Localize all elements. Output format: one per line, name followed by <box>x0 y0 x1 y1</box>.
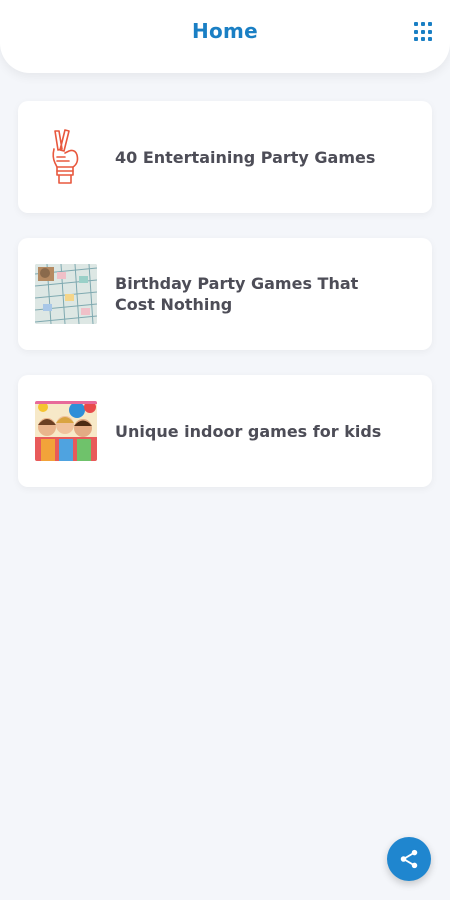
card-party-games[interactable]: 40 Entertaining Party Games <box>18 101 432 213</box>
page-title: Home <box>191 19 259 43</box>
share-icon <box>400 849 418 869</box>
card-title: Birthday Party Games That Cost Nothing <box>115 274 359 314</box>
card-indoor-games[interactable]: Unique indoor games for kids <box>18 375 432 487</box>
card-title: Unique indoor games for kids <box>115 421 382 441</box>
share-button[interactable] <box>387 837 431 881</box>
app-header: Home <box>0 0 450 73</box>
kids-party-photo <box>35 401 97 461</box>
grid-icon[interactable] <box>414 22 434 42</box>
card-birthday-games[interactable]: Birthday Party Games That Cost Nothing <box>18 238 432 350</box>
card-title: 40 Entertaining Party Games <box>115 147 376 167</box>
crossed-fingers-icon <box>35 127 97 187</box>
board-game-photo <box>35 264 97 324</box>
